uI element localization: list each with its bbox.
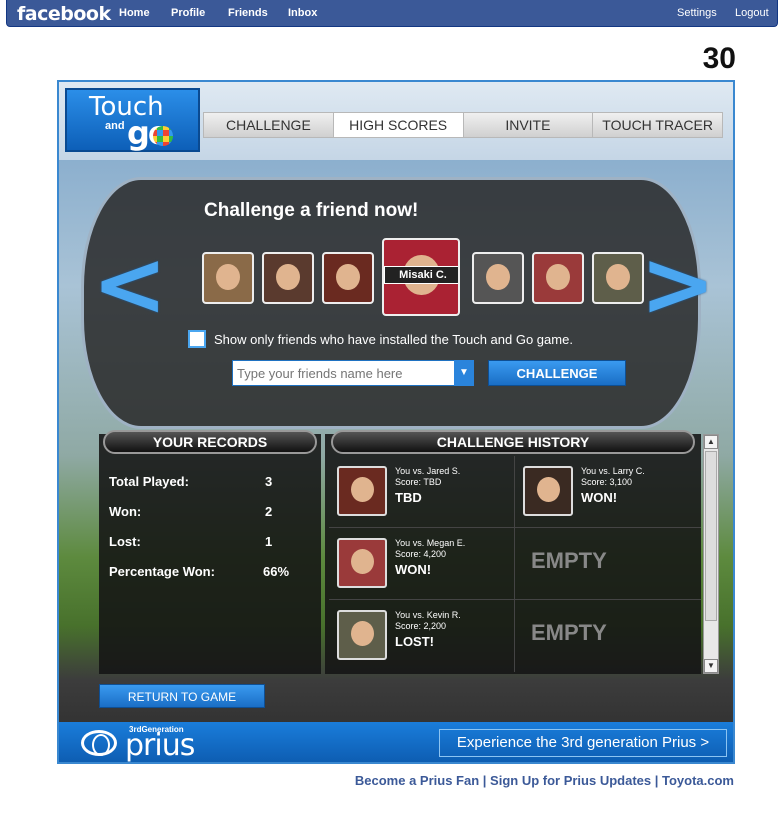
installed-only-checkbox[interactable] (188, 330, 206, 348)
scroll-thumb[interactable] (705, 451, 717, 621)
friend-avatar[interactable] (262, 252, 314, 304)
empty-slot-label: EMPTY (531, 620, 607, 645)
friend-avatar[interactable] (592, 252, 644, 304)
history-vs: You vs. Kevin R. Score: 2,200 (395, 610, 461, 631)
friend-avatar[interactable] (202, 252, 254, 304)
history-entry[interactable]: You vs. Jared S. Score: TBD TBD (329, 456, 515, 528)
history-scrollbar[interactable]: ▲ ▼ (703, 434, 719, 674)
experience-prius-button[interactable]: Experience the 3rd generation Prius > (439, 729, 727, 757)
friend-avatar-selected[interactable]: Misaki C. (382, 238, 460, 316)
tab-high-scores[interactable]: HIGH SCORES (333, 113, 464, 137)
history-entry[interactable]: You vs. Larry C. Score: 3,100 WON! (515, 456, 701, 528)
records-title: YOUR RECORDS (103, 430, 317, 454)
tab-touch-tracer[interactable]: TOUCH TRACER (593, 113, 722, 137)
chevron-left-icon[interactable]: < (92, 240, 167, 330)
records-panel: YOUR RECORDS Total Played: 3 Won: 2 Lost… (99, 430, 321, 674)
installed-only-label: Show only friends who have installed the… (214, 331, 573, 347)
record-value: 66% (263, 564, 290, 579)
empty-slot-label: EMPTY (531, 548, 607, 573)
record-label: Total Played: (109, 474, 189, 489)
friend-avatar[interactable] (532, 252, 584, 304)
tab-challenge[interactable]: CHALLENGE (204, 113, 334, 137)
record-value: 2 (265, 504, 273, 519)
bottom-links: Become a Prius Fan | Sign Up for Prius U… (354, 773, 734, 788)
history-vs: You vs. Larry C. Score: 3,100 (581, 466, 645, 487)
touch-and-go-logo: Touch and go (65, 88, 200, 152)
app-tabs: CHALLENGE HIGH SCORES INVITE TOUCH TRACE… (203, 112, 723, 138)
facebook-logo[interactable]: facebook (17, 3, 111, 25)
history-vs: You vs. Megan E. Score: 4,200 (395, 538, 466, 559)
history-vs: You vs. Jared S. Score: TBD (395, 466, 461, 487)
link-prius-fan[interactable]: Become a Prius Fan (355, 773, 479, 788)
history-result: WON! (395, 562, 432, 577)
friend-name-input[interactable] (232, 360, 474, 386)
history-title: CHALLENGE HISTORY (331, 430, 695, 454)
logo-and-text: and (105, 120, 125, 132)
selected-friend-name: Misaki C. (384, 266, 458, 284)
app-header: Touch and go CHALLENGE HIGH SCORES INVIT… (59, 82, 733, 160)
history-entry[interactable]: You vs. Megan E. Score: 4,200 WON! (329, 528, 515, 600)
chevron-down-icon[interactable]: ▼ (454, 360, 474, 386)
friend-avatar[interactable] (322, 252, 374, 304)
record-value: 1 (265, 534, 273, 549)
nav-profile[interactable]: Profile (171, 7, 205, 19)
history-entry[interactable]: You vs. Kevin R. Score: 2,200 LOST! (329, 600, 515, 672)
return-to-game-button[interactable]: RETURN TO GAME (99, 684, 265, 708)
history-result: LOST! (395, 634, 434, 649)
scroll-down-icon[interactable]: ▼ (704, 659, 718, 673)
record-value: 3 (265, 474, 273, 489)
record-label: Lost: (109, 534, 141, 549)
prius-logo: prius (125, 728, 195, 763)
prius-footer: 3rdGeneration prius Experience the 3rd g… (59, 722, 733, 763)
link-toyota[interactable]: Toyota.com (662, 773, 734, 788)
scroll-up-icon[interactable]: ▲ (704, 435, 718, 449)
record-label: Percentage Won: (109, 564, 215, 579)
chevron-right-icon[interactable]: > (640, 240, 715, 330)
facebook-top-bar: facebook Home Profile Friends Inbox Sett… (6, 0, 778, 27)
opponent-avatar (523, 466, 573, 516)
challenge-panel: Challenge a friend now! < > Misaki C. Sh… (81, 177, 715, 429)
record-label: Won: (109, 504, 142, 519)
nav-home[interactable]: Home (119, 7, 150, 19)
challenge-history-panel: CHALLENGE HISTORY You vs. Jared S. Score:… (325, 430, 701, 674)
touch-and-go-app: Touch and go CHALLENGE HIGH SCORES INVIT… (57, 80, 735, 764)
tab-invite[interactable]: INVITE (463, 113, 594, 137)
opponent-avatar (337, 538, 387, 588)
opponent-avatar (337, 466, 387, 516)
page-number: 30 (702, 42, 736, 75)
nav-friends[interactable]: Friends (228, 7, 268, 19)
link-prius-updates[interactable]: Sign Up for Prius Updates (490, 773, 651, 788)
nav-settings[interactable]: Settings (677, 7, 717, 19)
friend-avatar[interactable] (472, 252, 524, 304)
history-entry-empty: EMPTY (515, 600, 701, 672)
challenge-button[interactable]: CHALLENGE (488, 360, 626, 386)
toyota-logo-icon[interactable] (81, 730, 117, 756)
history-result: WON! (581, 490, 618, 505)
challenge-title: Challenge a friend now! (204, 200, 419, 221)
nav-inbox[interactable]: Inbox (288, 7, 317, 19)
opponent-avatar (337, 610, 387, 660)
history-result: TBD (395, 490, 422, 505)
history-entry-empty: EMPTY (515, 528, 701, 600)
nav-logout[interactable]: Logout (735, 7, 769, 19)
color-wheel-icon (153, 126, 173, 146)
installed-filter: Show only friends who have installed the… (188, 330, 573, 348)
